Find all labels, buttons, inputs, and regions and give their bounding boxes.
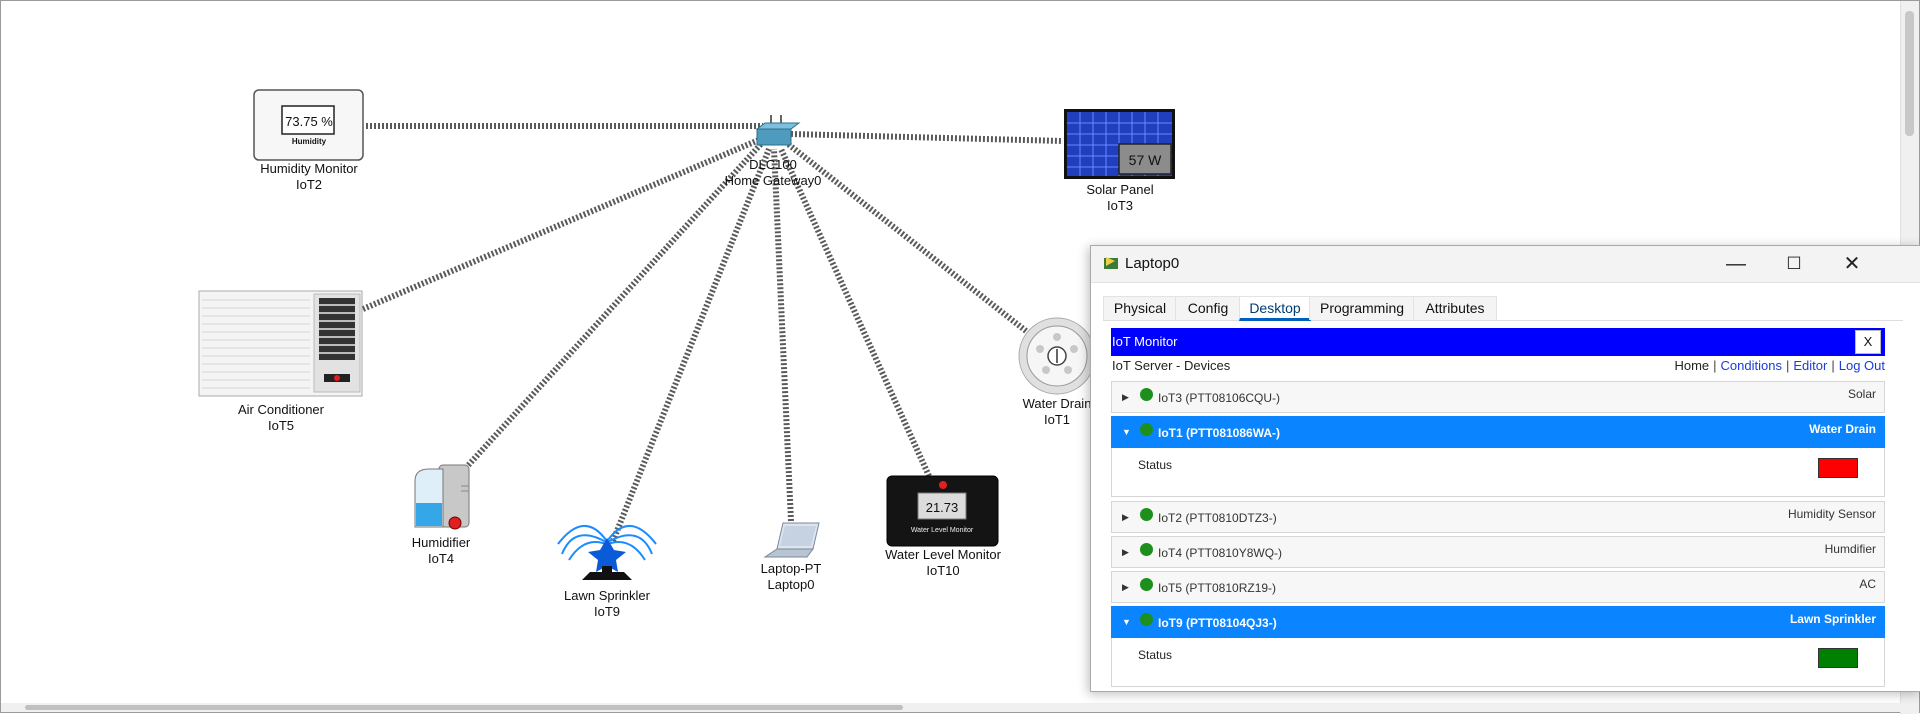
- minimize-icon[interactable]: —: [1713, 250, 1759, 278]
- window-titlebar[interactable]: Laptop0 — ☐ ✕: [1091, 246, 1920, 283]
- device-label: Lawn Sprinkler IoT9: [564, 588, 650, 619]
- humidifier-icon: [414, 464, 470, 530]
- page-subtitle: IoT Server - Devices: [1112, 358, 1231, 373]
- svg-text:21.73: 21.73: [926, 500, 959, 515]
- humidity-monitor-icon: 73.75 % Humidity: [253, 89, 364, 161]
- router-icon: [755, 115, 801, 146]
- tab-attributes[interactable]: Attributes: [1413, 296, 1497, 320]
- device-detail-iot9: Status: [1111, 638, 1885, 687]
- link-ac: [361, 136, 763, 312]
- laptop-icon: [763, 522, 820, 558]
- close-app-button[interactable]: X: [1855, 330, 1881, 354]
- window-title: Laptop0: [1125, 255, 1180, 272]
- laptop-device[interactable]: Laptop-PT Laptop0: [761, 519, 821, 593]
- expand-arrow-icon[interactable]: ▶: [1122, 512, 1129, 523]
- home-gateway-device[interactable]: DLC100 Home Gateway0: [725, 111, 821, 191]
- device-row-iot2[interactable]: ▶ IoT2 (PTT0810DTZ3-) Humidity Sensor: [1111, 501, 1885, 533]
- scroll-thumb[interactable]: [25, 705, 903, 710]
- tab-config[interactable]: Config: [1175, 296, 1241, 320]
- humidity-monitor-device[interactable]: 73.75 % Humidity Humidity Monitor IoT2: [253, 89, 365, 197]
- svg-text:Humidity: Humidity: [292, 137, 327, 146]
- laptop-window: Laptop0 — ☐ ✕ Physical Config Desktop Pr…: [1090, 245, 1920, 692]
- status-dot-icon: [1140, 388, 1153, 401]
- iot-monitor-title: IoT Monitor: [1112, 334, 1178, 349]
- nav-home: Home: [1674, 358, 1710, 373]
- horizontal-scrollbar[interactable]: [1, 703, 1901, 712]
- status-indicator: [1818, 648, 1858, 668]
- expand-arrow-icon[interactable]: ▶: [1122, 547, 1129, 558]
- status-dot-icon: [1140, 578, 1153, 591]
- device-label: Humidifier IoT4: [411, 535, 471, 566]
- device-row-iot1[interactable]: ▼ IoT1 (PTT081086WA-) Water Drain: [1111, 416, 1885, 448]
- tab-desktop[interactable]: Desktop: [1239, 296, 1311, 321]
- link-laptop: [771, 148, 794, 522]
- device-label: Laptop-PT Laptop0: [760, 561, 822, 592]
- sprinkler-icon: [557, 524, 657, 580]
- device-row-iot3[interactable]: ▶ IoT3 (PTT08106CQU-) Solar: [1111, 381, 1885, 413]
- tab-physical[interactable]: Physical: [1103, 296, 1177, 320]
- water-drain-device[interactable]: Water Drain IoT1: [1017, 316, 1097, 428]
- status-dot-icon: [1140, 613, 1153, 626]
- app-icon: [1104, 257, 1118, 269]
- status-dot-icon: [1140, 543, 1153, 556]
- svg-text:Water Level Monitor: Water Level Monitor: [911, 527, 974, 534]
- humidifier-device[interactable]: Humidifier IoT4: [409, 461, 473, 569]
- device-row-iot9[interactable]: ▼ IoT9 (PTT08104QJ3-) Lawn Sprinkler: [1111, 606, 1885, 638]
- solar-panel-icon: 57 W: [1064, 109, 1175, 179]
- device-label: Water Drain IoT1: [1022, 396, 1092, 427]
- nav-logout-link[interactable]: Log Out: [1839, 358, 1885, 373]
- water-level-monitor-icon: 21.73 Water Level Monitor: [886, 475, 999, 547]
- link-humidifier: [460, 141, 764, 474]
- device-label: Air Conditioner IoT5: [238, 402, 324, 433]
- device-detail-iot1: Status: [1111, 448, 1885, 497]
- link-solar: [790, 131, 1064, 144]
- iot-monitor-bar: IoT Monitor X: [1111, 328, 1885, 356]
- device-label: Solar Panel IoT3: [1086, 182, 1154, 213]
- expand-arrow-icon[interactable]: ▶: [1122, 582, 1129, 593]
- solar-panel-device[interactable]: 57 W Solar Panel IoT3: [1063, 108, 1177, 216]
- air-conditioner-icon: [198, 290, 363, 397]
- status-dot-icon: [1140, 423, 1153, 436]
- collapse-arrow-icon[interactable]: ▼: [1122, 427, 1131, 437]
- expand-arrow-icon[interactable]: ▶: [1122, 392, 1129, 403]
- device-row-iot5[interactable]: ▶ IoT5 (PTT0810RZ19-) AC: [1111, 571, 1885, 603]
- tab-programming[interactable]: Programming: [1309, 296, 1415, 320]
- device-row-iot4[interactable]: ▶ IoT4 (PTT0810Y8WQ-) Humdifier: [1111, 536, 1885, 568]
- water-drain-icon: [1018, 317, 1096, 395]
- tab-bar: Physical Config Desktop Programming Attr…: [1103, 296, 1903, 321]
- collapse-arrow-icon[interactable]: ▼: [1122, 617, 1131, 627]
- link-sprinkler: [610, 147, 772, 543]
- nav-editor-link[interactable]: Editor: [1793, 358, 1827, 373]
- device-label: Humidity Monitor IoT2: [260, 161, 358, 192]
- svg-text:73.75 %: 73.75 %: [285, 114, 333, 129]
- iot-monitor-panel: IoT Monitor X IoT Server - Devices Home |…: [1111, 328, 1885, 688]
- air-conditioner-device[interactable]: Air Conditioner IoT5: [198, 290, 364, 438]
- maximize-icon[interactable]: ☐: [1771, 250, 1817, 278]
- device-label: Water Level Monitor IoT10: [885, 547, 1001, 578]
- devices-header: IoT Server - Devices Home | Conditions | Edi…: [1111, 357, 1885, 375]
- status-dot-icon: [1140, 508, 1153, 521]
- device-label: DLC100 Home Gateway0: [724, 157, 822, 188]
- scroll-thumb[interactable]: [1905, 11, 1914, 136]
- water-level-monitor-device[interactable]: 21.73 Water Level Monitor Water Level Mo…: [885, 475, 1001, 583]
- nav-conditions-link[interactable]: Conditions: [1721, 358, 1782, 373]
- status-indicator: [1818, 458, 1858, 478]
- close-icon[interactable]: ✕: [1829, 250, 1875, 278]
- svg-text:57 W: 57 W: [1129, 152, 1162, 168]
- nav-links: Home | Conditions | Editor | Log Out: [1674, 358, 1885, 373]
- lawn-sprinkler-device[interactable]: Lawn Sprinkler IoT9: [554, 514, 660, 624]
